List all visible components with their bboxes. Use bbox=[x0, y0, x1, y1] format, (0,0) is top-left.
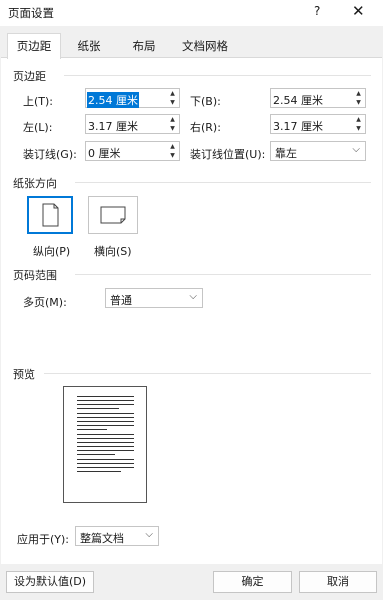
left-margin-value[interactable]: 3.17 厘米 bbox=[88, 118, 138, 134]
spinner-up-icon[interactable]: ▲ bbox=[352, 115, 365, 124]
margins-separator bbox=[64, 75, 371, 76]
multiple-pages-value: 普通 bbox=[110, 294, 132, 307]
landscape-option[interactable] bbox=[88, 196, 138, 234]
spinner-down-icon[interactable]: ▼ bbox=[166, 98, 179, 107]
ok-button[interactable]: 确定 bbox=[213, 571, 292, 593]
chevron-down-icon: ⌵ bbox=[145, 529, 153, 540]
spinner-down-icon[interactable]: ▼ bbox=[166, 151, 179, 160]
chevron-down-icon: ⌵ bbox=[189, 291, 197, 302]
spinner-up-icon[interactable]: ▲ bbox=[166, 115, 179, 124]
tab-doc-grid[interactable]: 文档网格 bbox=[176, 37, 234, 57]
apply-to-label: 应用于(Y): bbox=[17, 533, 70, 546]
gutter-position-select[interactable]: 靠左 ⌵ bbox=[270, 141, 366, 161]
close-button[interactable]: ✕ bbox=[352, 2, 365, 20]
help-button[interactable]: ? bbox=[314, 4, 320, 18]
spinner-up-icon[interactable]: ▲ bbox=[166, 142, 179, 151]
left-margin-spinner[interactable]: 3.17 厘米 ▲ ▼ bbox=[85, 114, 180, 134]
tab-margins[interactable]: 页边距 bbox=[7, 33, 61, 59]
landscape-page-icon bbox=[100, 206, 126, 224]
title-bar bbox=[0, 0, 383, 26]
gutter-spinner[interactable]: 0 厘米 ▲ ▼ bbox=[85, 141, 180, 161]
pages-separator bbox=[75, 274, 371, 275]
bottom-margin-spinner[interactable]: 2.54 厘米 ▲ ▼ bbox=[270, 88, 366, 108]
right-margin-label: 右(R): bbox=[190, 121, 221, 134]
spinner-up-icon[interactable]: ▲ bbox=[166, 89, 179, 98]
orientation-separator bbox=[75, 182, 371, 183]
spinner-down-icon[interactable]: ▼ bbox=[352, 98, 365, 107]
gutter-label: 装订线(G): bbox=[23, 148, 77, 161]
top-margin-value[interactable]: 2.54 厘米 bbox=[87, 92, 139, 108]
gutter-value[interactable]: 0 厘米 bbox=[88, 145, 121, 161]
right-margin-value[interactable]: 3.17 厘米 bbox=[273, 118, 323, 134]
tab-paper[interactable]: 纸张 bbox=[69, 37, 109, 57]
multiple-pages-select[interactable]: 普通 ⌵ bbox=[105, 288, 203, 308]
portrait-page-icon bbox=[42, 203, 59, 227]
gutter-position-label: 装订线位置(U): bbox=[190, 148, 266, 161]
pages-group-label: 页码范围 bbox=[13, 269, 57, 282]
chevron-down-icon: ⌵ bbox=[352, 144, 360, 155]
set-default-button[interactable]: 设为默认值(D) bbox=[6, 571, 94, 593]
orientation-group-label: 纸张方向 bbox=[13, 177, 57, 190]
left-margin-label: 左(L): bbox=[23, 121, 53, 134]
portrait-option[interactable] bbox=[27, 196, 73, 234]
gutter-position-value: 靠左 bbox=[275, 147, 297, 160]
spinner-down-icon[interactable]: ▼ bbox=[352, 124, 365, 133]
portrait-label[interactable]: 纵向(P) bbox=[33, 243, 70, 259]
multiple-pages-label: 多页(M): bbox=[23, 296, 67, 309]
apply-to-value: 整篇文档 bbox=[80, 532, 124, 545]
preview-page bbox=[63, 386, 147, 503]
top-margin-spinner[interactable]: 2.54 厘米 ▲ ▼ bbox=[85, 88, 180, 108]
spinner-up-icon[interactable]: ▲ bbox=[352, 89, 365, 98]
bottom-margin-label: 下(B): bbox=[190, 95, 221, 108]
preview-separator bbox=[44, 373, 371, 374]
spinner-down-icon[interactable]: ▼ bbox=[166, 124, 179, 133]
apply-to-select[interactable]: 整篇文档 ⌵ bbox=[75, 526, 159, 546]
landscape-label[interactable]: 横向(S) bbox=[94, 243, 132, 259]
tab-layout[interactable]: 布局 bbox=[124, 37, 164, 57]
right-margin-spinner[interactable]: 3.17 厘米 ▲ ▼ bbox=[270, 114, 366, 134]
preview-group-label: 预览 bbox=[13, 368, 35, 381]
top-margin-label: 上(T): bbox=[23, 95, 54, 108]
margins-group-label: 页边距 bbox=[13, 70, 46, 83]
window-title: 页面设置 bbox=[8, 6, 54, 20]
bottom-margin-value[interactable]: 2.54 厘米 bbox=[273, 92, 323, 108]
cancel-button[interactable]: 取消 bbox=[299, 571, 377, 593]
